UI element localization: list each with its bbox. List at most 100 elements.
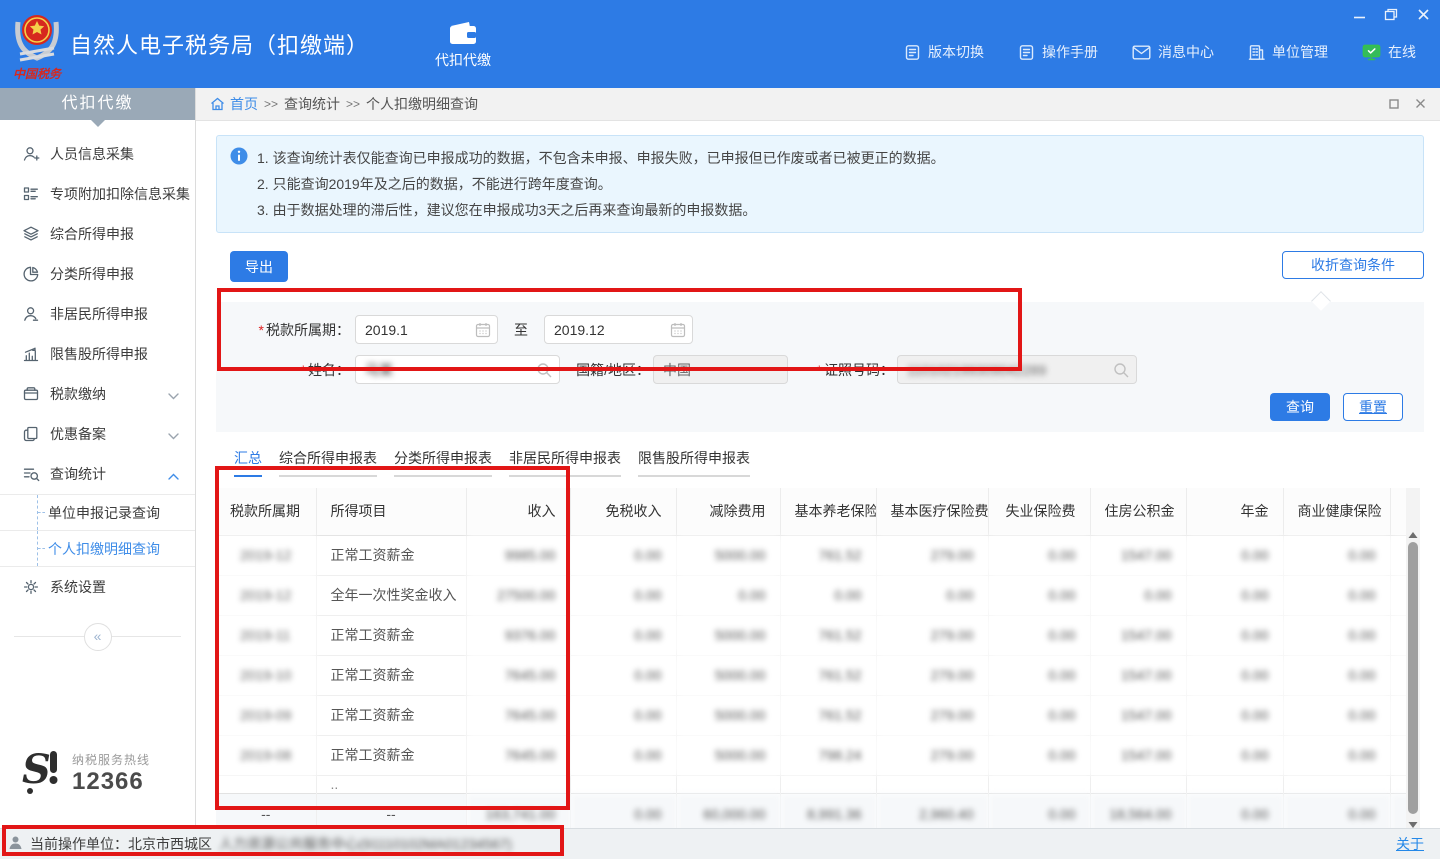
result-tabs: 汇总综合所得申报表分类所得申报表非居民所得申报表限售股所得申报表 — [216, 448, 1424, 477]
calendar-icon[interactable] — [475, 322, 491, 341]
sidebar-item[interactable]: 专项附加扣除信息采集 — [0, 174, 195, 214]
form-list-icon — [22, 185, 40, 203]
table-row[interactable]: 2019-11正常工资薪金9376.000.005000.00761.52279… — [216, 615, 1406, 655]
breadcrumb: 首页 >> 查询统计 >> 个人扣缴明细查询 — [196, 88, 1440, 121]
table-row[interactable]: 2019-08正常工资薪金7645.000.005000.00798.24279… — [216, 735, 1406, 775]
sidebar-item[interactable]: 限售股所得申报 — [0, 334, 195, 374]
export-button[interactable]: 导出 — [230, 251, 288, 282]
panel-notch — [1311, 291, 1331, 311]
tree-line — [37, 531, 38, 566]
close-icon[interactable] — [1414, 6, 1432, 22]
period-from-input[interactable] — [355, 315, 498, 344]
sidebar: 代扣代缴 人员信息采集专项附加扣除信息采集综合所得申报分类所得申报非居民所得申报… — [0, 88, 196, 828]
column-header: 免税收入 — [570, 488, 676, 535]
name-input[interactable] — [355, 355, 560, 384]
minimize-icon[interactable] — [1350, 6, 1368, 22]
hotline-block: S 纳税服务热线 12366 — [0, 747, 195, 800]
sidebar-item[interactable]: 优惠备案 — [0, 414, 195, 454]
sidebar-item[interactable]: 税款缴纳 — [0, 374, 195, 414]
breadcrumb-current: 个人扣缴明细查询 — [366, 94, 478, 114]
app-header: 中国税务 自然人电子税务局（扣缴端） 代扣代缴 版本切换操作手册消息中心单位管理… — [0, 0, 1440, 88]
table-row-clipped: .. — [216, 775, 1406, 793]
bar-chart-icon — [22, 345, 40, 363]
header-link-1[interactable]: 版本切换 — [904, 42, 984, 62]
collapse-query-button[interactable]: 收折查询条件 — [1282, 251, 1424, 279]
sidebar-collapse-row: « — [0, 623, 195, 651]
sidebar-item[interactable]: 分类所得申报 — [0, 254, 195, 294]
panel-close-icon[interactable] — [1415, 97, 1426, 111]
person-add-icon — [22, 145, 40, 163]
cert-number-input[interactable] — [897, 355, 1137, 384]
pie-chart-icon — [22, 265, 40, 283]
chevron-down-icon — [168, 387, 179, 403]
search-button[interactable]: 查询 — [1270, 393, 1330, 421]
sidebar-item[interactable]: 综合所得申报 — [0, 214, 195, 254]
nav-module-withholding[interactable]: 代扣代缴 — [435, 19, 491, 70]
tab-1[interactable]: 汇总 — [234, 448, 262, 477]
header-link-3[interactable]: 消息中心 — [1132, 42, 1214, 62]
notice-line: 3. 由于数据处理的滞后性，建议您在申报成功3天之后再来查询最新的申报数据。 — [257, 197, 1409, 223]
gear-icon — [22, 578, 40, 596]
column-header: 税 — [1390, 488, 1406, 535]
period-label: *税款所属期： — [216, 320, 350, 340]
sidebar-menu: 人员信息采集专项附加扣除信息采集综合所得申报分类所得申报非居民所得申报限售股所得… — [0, 134, 195, 607]
search-list-icon — [22, 465, 40, 483]
vertical-scrollbar[interactable] — [1406, 488, 1420, 828]
online-check-icon — [1362, 44, 1381, 61]
svg-text:S: S — [22, 747, 51, 793]
nav-module-label: 代扣代缴 — [435, 50, 491, 70]
reset-button[interactable]: 重置 — [1343, 393, 1403, 421]
search-icon[interactable] — [1113, 362, 1130, 382]
table-row[interactable]: 2019-09正常工资薪金7645.000.005000.00761.52279… — [216, 695, 1406, 735]
window-controls — [1350, 6, 1432, 22]
tab-3[interactable]: 分类所得申报表 — [394, 448, 492, 477]
notice-lines: 1. 该查询统计表仅能查询已申报成功的数据，不包含未申报、申报失败，已申报但已作… — [257, 145, 1409, 223]
panel-maximize-icon[interactable] — [1389, 97, 1399, 111]
sidebar-item[interactable]: 系统设置 — [0, 567, 195, 607]
vertical-scroll-thumb[interactable] — [1408, 542, 1418, 814]
calendar-icon[interactable] — [670, 322, 686, 341]
table-row[interactable]: 2019-12正常工资薪金9985.000.005000.00761.52279… — [216, 535, 1406, 575]
breadcrumb-item[interactable]: 查询统计 — [284, 94, 340, 114]
mail-icon — [1132, 45, 1151, 60]
toolbar: 导出 收折查询条件 — [216, 251, 1424, 282]
about-link[interactable]: 关于 — [1396, 834, 1424, 854]
table-row[interactable]: 2019-12全年一次性奖金收入27500.000.000.000.000.00… — [216, 575, 1406, 615]
result-table-wrap: 税款所属期所得项目收入免税收入减除费用基本养老保险费基本医疗保险费失业保险费住房… — [216, 488, 1406, 828]
result-table: 税款所属期所得项目收入免税收入减除费用基本养老保险费基本医疗保险费失业保险费住房… — [216, 488, 1406, 828]
hotline-logo: S — [22, 747, 64, 800]
header-link-2[interactable]: 操作手册 — [1018, 42, 1098, 62]
column-header: 住房公积金 — [1090, 488, 1186, 535]
sidebar-subitem[interactable]: 单位申报记录查询 — [0, 495, 195, 531]
chevron-up-icon — [168, 467, 179, 483]
person-icon — [22, 305, 40, 323]
document-icon — [904, 44, 921, 61]
collapse-sidebar-button[interactable]: « — [84, 623, 112, 651]
breadcrumb-home[interactable]: 首页 — [210, 94, 258, 114]
hotline-caption: 纳税服务热线 — [72, 751, 150, 768]
tab-2[interactable]: 综合所得申报表 — [279, 448, 377, 477]
period-to-input[interactable] — [544, 315, 693, 344]
range-separator: 至 — [514, 320, 528, 340]
tab-5[interactable]: 限售股所得申报表 — [638, 448, 750, 477]
sidebar-item[interactable]: 查询统计 — [0, 454, 195, 494]
nationality-input — [653, 355, 788, 384]
scroll-up-icon[interactable] — [1408, 526, 1418, 542]
query-panel: *税款所属期： 至 — [216, 302, 1424, 432]
scroll-down-icon[interactable] — [1408, 816, 1418, 828]
notice-box: 1. 该查询统计表仅能查询已申报成功的数据，不包含未申报、申报失败，已申报但已作… — [216, 135, 1424, 233]
tree-line — [37, 495, 38, 530]
tab-4[interactable]: 非居民所得申报表 — [509, 448, 621, 477]
name-label: *姓名： — [216, 360, 350, 380]
app-title: 自然人电子税务局（扣缴端） — [70, 28, 369, 60]
sidebar-item[interactable]: 人员信息采集 — [0, 134, 195, 174]
restore-icon[interactable] — [1382, 6, 1400, 22]
document-icon — [1018, 44, 1035, 61]
header-link-4[interactable]: 单位管理 — [1248, 42, 1328, 62]
table-row[interactable]: 2019-10正常工资薪金7645.000.005000.00761.52279… — [216, 655, 1406, 695]
sidebar-subitem[interactable]: 个人扣缴明细查询 — [0, 531, 195, 567]
table-header-row: 税款所属期所得项目收入免税收入减除费用基本养老保险费基本医疗保险费失业保险费住房… — [216, 488, 1406, 535]
sidebar-item[interactable]: 非居民所得申报 — [0, 294, 195, 334]
search-icon[interactable] — [536, 362, 553, 382]
header-link-5[interactable]: 在线 — [1362, 42, 1416, 62]
